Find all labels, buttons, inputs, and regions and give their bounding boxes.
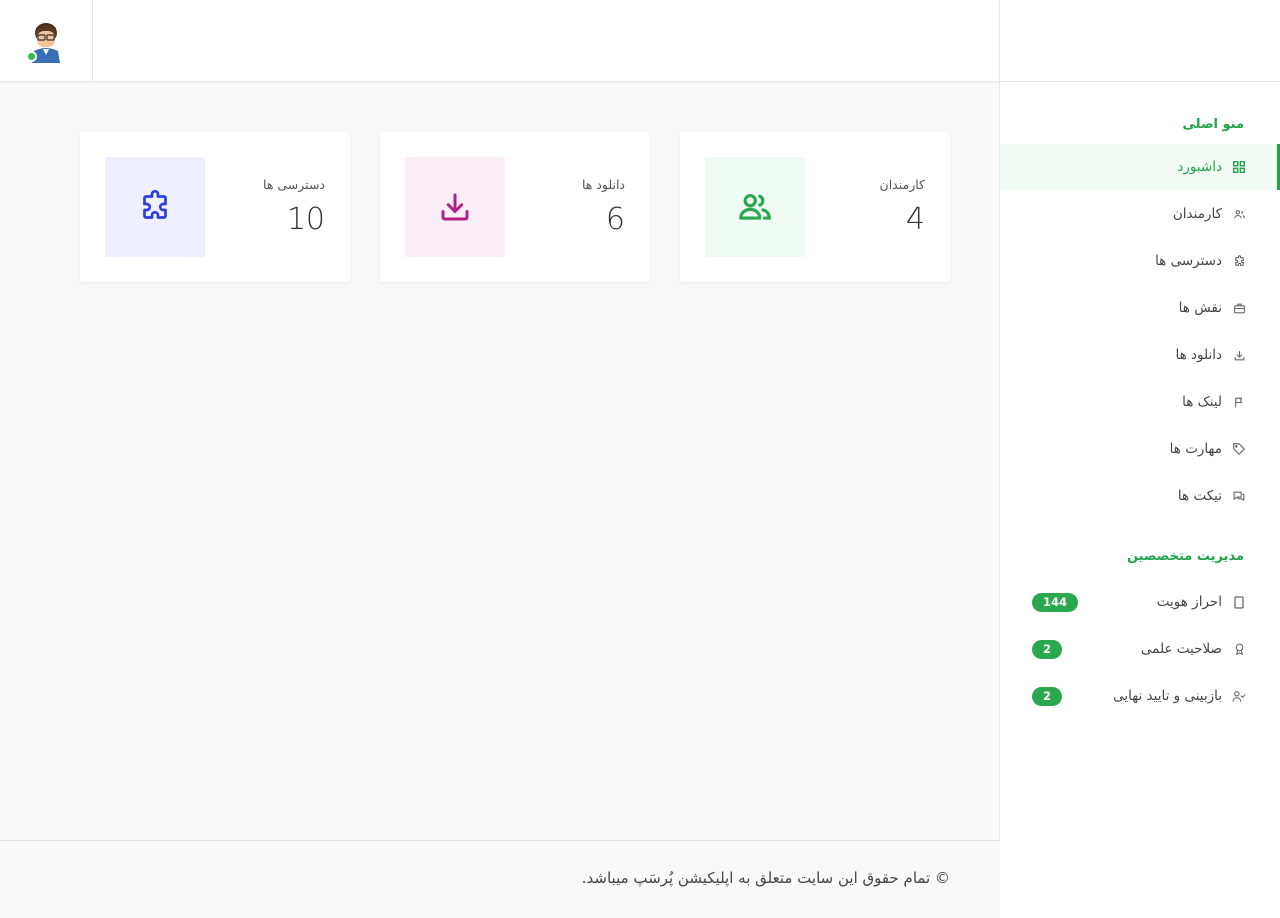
sidebar-item-label: لینک ها [1182, 394, 1222, 410]
sidebar-item-label: تیکت ها [1177, 488, 1222, 504]
sidebar-item-dashboard[interactable]: داشبورد [1000, 144, 1280, 190]
stat-card-employees[interactable]: کارمندان 4 [680, 132, 950, 282]
stat-label: دانلود ها [581, 177, 625, 192]
stat-value: 4 [905, 202, 925, 237]
stat-card-permissions[interactable]: دسترسی ها 10 [80, 132, 350, 282]
sidebar-item-roles[interactable]: نقش ها [1000, 285, 1280, 331]
tag-icon [1232, 442, 1246, 456]
stat-label: دسترسی ها [263, 177, 325, 192]
sidebar-item-employees[interactable]: کارمندان [1000, 191, 1280, 237]
sidebar-item-label: صلاحیت علمی [1140, 641, 1222, 657]
sidebar-item-label: دسترسی ها [1155, 253, 1222, 269]
sidebar-item-skills[interactable]: مهارت ها [1000, 426, 1280, 472]
sidebar-item-downloads[interactable]: دانلود ها [1000, 332, 1280, 378]
chat-icon [1232, 489, 1246, 503]
users-icon [1232, 207, 1246, 221]
sidebar-item-final-review[interactable]: بازبینی و تایید نهایی 2 [1000, 673, 1280, 719]
main-menu-title: منو اصلی [1182, 117, 1244, 132]
stat-tile [105, 157, 205, 257]
sidebar-item-label: بازبینی و تایید نهایی [1113, 688, 1222, 704]
stat-card-downloads[interactable]: دانلود ها 6 [380, 132, 650, 282]
stat-value: 6 [605, 202, 625, 237]
briefcase-icon [1232, 301, 1246, 315]
footer: © تمام حقوق این سایت متعلق به اپلیکیشن پ… [0, 840, 1000, 918]
expert-management-title: مدیریت متخصصین [1126, 549, 1244, 564]
sidebar-item-label: نقش ها [1178, 300, 1222, 316]
sidebar-item-label: مهارت ها [1169, 441, 1222, 457]
puzzle-icon [143, 189, 167, 219]
stat-label: کارمندان [879, 177, 925, 192]
stat-value: 10 [286, 202, 325, 237]
sidebar-item-label: احراز هویت [1156, 594, 1222, 610]
download-icon [441, 193, 469, 221]
id-card-icon [1232, 595, 1246, 609]
count-badge: 2 [1032, 640, 1062, 659]
online-status-dot [26, 51, 37, 62]
puzzle-icon [1232, 254, 1246, 268]
flag-icon [1232, 395, 1246, 409]
dashboard-grid-icon [1232, 160, 1246, 174]
award-icon [1232, 642, 1246, 656]
users-icon [739, 194, 771, 220]
sidebar-item-label: دانلود ها [1175, 347, 1223, 363]
copyright-text: © تمام حقوق این سایت متعلق به اپلیکیشن پ… [581, 869, 950, 887]
stat-tile [705, 157, 805, 257]
count-badge: 2 [1032, 687, 1062, 706]
sidebar: منو اصلی داشبورد کارمندان دسترسی ها نقش … [999, 0, 1280, 918]
sidebar-item-label: داشبورد [1177, 159, 1222, 175]
sidebar-item-label: کارمندان [1172, 206, 1222, 222]
top-bar [0, 0, 1000, 82]
sidebar-item-links[interactable]: لینک ها [1000, 379, 1280, 425]
user-check-icon [1232, 689, 1246, 703]
sidebar-item-academic-qualification[interactable]: صلاحیت علمی 2 [1000, 626, 1280, 672]
count-badge: 144 [1032, 593, 1078, 612]
sidebar-brand-area [1000, 0, 1280, 82]
sidebar-item-permissions[interactable]: دسترسی ها [1000, 238, 1280, 284]
avatar-container [0, 0, 93, 82]
sidebar-item-identity-verification[interactable]: احراز هویت 144 [1000, 579, 1280, 625]
sidebar-item-tickets[interactable]: تیکت ها [1000, 473, 1280, 519]
download-icon [1232, 348, 1246, 362]
stat-tile [405, 157, 505, 257]
